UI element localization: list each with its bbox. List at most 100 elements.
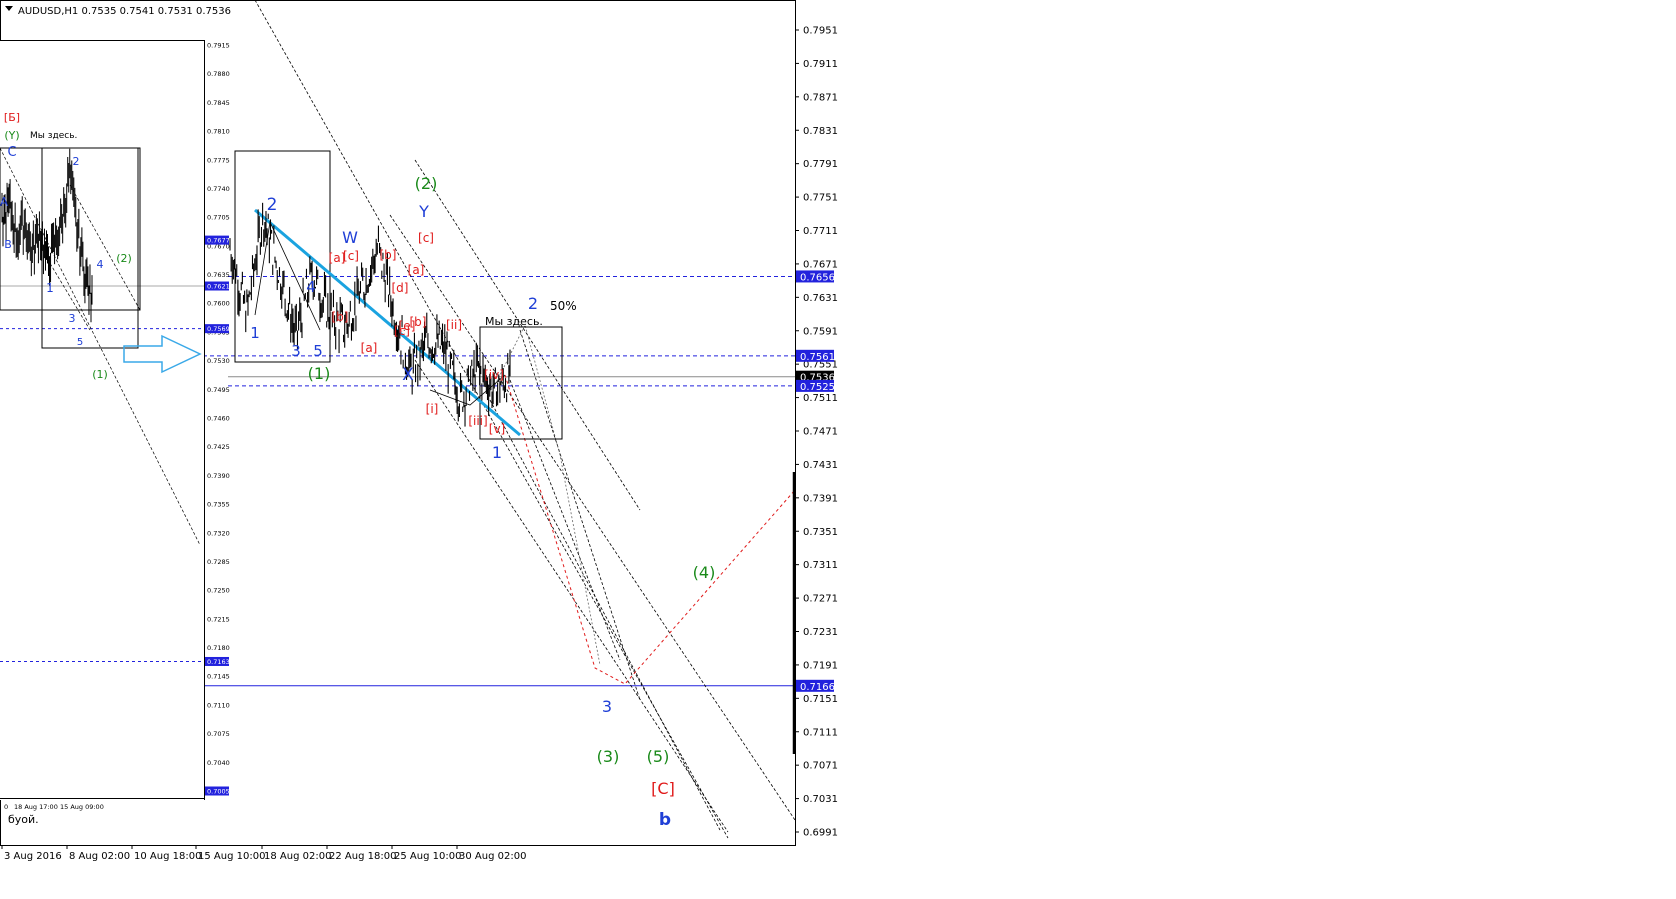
price-tick-label: 0.7711	[803, 226, 838, 237]
inset-price-tick-label: 0.7355	[207, 501, 230, 509]
price-tick-label: 0.7151	[803, 694, 838, 705]
price-tag-label: 0.7525	[800, 382, 835, 393]
wave-label: [ii]	[446, 318, 462, 332]
wave-label: Y	[418, 202, 429, 221]
inset-wave-label: (1)	[92, 368, 108, 381]
inset-wave-label: A	[0, 195, 9, 209]
price-tag-label: 0.7561	[800, 352, 835, 363]
wave-label: [iv]	[484, 368, 504, 382]
date-label: 22 Aug 18:00	[329, 851, 396, 862]
price-tick-label: 0.7351	[803, 527, 838, 538]
price-tick-label: 0.7191	[803, 660, 838, 671]
inset-chart: 0.7915 0.7880 0.7845 0.7810 0.7775 0.7740 0.77…	[0, 40, 230, 826]
inset-price-tick-label: 0.7775	[207, 156, 230, 164]
price-tick-label: 0.6991	[803, 828, 838, 839]
channel-line[interactable]	[254, 0, 729, 839]
inset-price-tick-label: 0.7810	[207, 128, 230, 136]
projection-path[interactable]	[504, 374, 796, 685]
price-tick-label: 0.7231	[803, 627, 838, 638]
wave-label: 5	[313, 342, 323, 360]
inset-price-tick-label: 0.7495	[207, 386, 230, 394]
wave-label: [iii]	[468, 414, 487, 428]
wave-label: b	[659, 810, 671, 830]
inset-price-tag-label: 0.7005	[207, 788, 230, 796]
wave-label: (5)	[647, 747, 670, 766]
inset-note-bottom: буой.	[8, 813, 39, 826]
date-label: 3 Aug 2016	[4, 851, 62, 862]
wave-label: (3)	[597, 747, 620, 766]
note-percent: 50%	[550, 299, 577, 313]
channel-line[interactable]	[389, 214, 796, 821]
date-label: 25 Aug 10:00	[394, 851, 461, 862]
price-tick-label: 0.7951	[803, 26, 838, 37]
date-label: 15 Aug 10:00	[198, 851, 265, 862]
symbol-header: AUDUSD,H1 0.7535 0.7541 0.7531 0.7536	[18, 6, 231, 17]
inset-price-tag-label: 0.7677	[207, 237, 230, 245]
inset-wave-label: (2)	[116, 252, 132, 265]
inset-wave-label: 1	[46, 281, 54, 295]
price-tick-label: 0.7511	[803, 393, 838, 404]
price-tick-label: 0.7631	[803, 293, 838, 304]
inset-background	[0, 40, 204, 800]
projection-path-alt[interactable]	[494, 323, 601, 666]
wave-label: [i]	[426, 402, 439, 416]
channel-line[interactable]	[414, 359, 729, 833]
inset-wave-label: C	[7, 145, 16, 160]
wave-label: [b]	[332, 310, 349, 324]
time-axis: 3 Aug 2016 8 Aug 02:00 10 Aug 18:0015 Aug …	[1, 845, 526, 862]
inset-price-tag-label: 0.7569	[207, 325, 230, 333]
inset-price-tag-label: 0.7621	[207, 283, 230, 291]
price-tick-label: 0.7751	[803, 193, 838, 204]
inset-wave-label: 4	[97, 258, 104, 271]
inset-price-tick-label: 0.7705	[207, 214, 230, 222]
price-axis: 0.7951 0.7911 0.7871 0.7831 0.7791 0.7751 0.77…	[792, 26, 838, 839]
inset-date-label: 15 Aug 09:00	[60, 803, 104, 811]
wave-label: [a]	[408, 263, 425, 277]
inset-price-tick-label: 0.7600	[207, 300, 230, 308]
price-tick-label: 0.7431	[803, 460, 838, 471]
note-here: Мы здесь.	[485, 315, 543, 328]
price-tag-label: 0.7656	[800, 272, 835, 283]
inset-price-tick-label: 0.7215	[207, 615, 230, 623]
wave-label: W	[342, 228, 358, 247]
inset-price-tick-label: 0.7845	[207, 99, 230, 107]
wave-label: (1)	[308, 364, 331, 383]
menu-triangle-icon[interactable]	[5, 6, 13, 11]
channel-line[interactable]	[509, 379, 621, 661]
inset-price-tick-label: 0.7180	[207, 644, 230, 652]
price-tick-label: 0.7911	[803, 59, 838, 70]
inset-wave-label: 5	[77, 337, 83, 348]
date-label: 8 Aug 02:00	[69, 851, 130, 862]
price-tick-label: 0.7591	[803, 326, 838, 337]
inset-price-tick-label: 0.7740	[207, 185, 230, 193]
date-label: 18 Aug 02:00	[264, 851, 331, 862]
price-tick-label: 0.7391	[803, 493, 838, 504]
inset-price-tick-label: 0.7145	[207, 673, 230, 681]
wave-label: [c]	[418, 231, 434, 245]
inset-price-tick-label: 0.7460	[207, 415, 230, 423]
wave-label: 1	[250, 324, 260, 342]
price-tag-label: 0.7166	[800, 682, 835, 693]
price-tick-label: 0.7791	[803, 159, 838, 170]
wave-label: 4	[306, 278, 316, 296]
wave-label: [c]	[343, 249, 359, 263]
wave-label: X	[402, 365, 414, 385]
inset-price-tick-label: 0.7285	[207, 558, 230, 566]
wave-label: 1	[492, 443, 502, 462]
inset-price-tick-label: 0.7075	[207, 730, 230, 738]
inset-price-tick-label: 0.7110	[207, 701, 230, 709]
price-tick-label: 0.7871	[803, 92, 838, 103]
wave-label: [v]	[489, 422, 505, 436]
price-tick-label: 0.7831	[803, 126, 838, 137]
wave-label: [b]	[410, 315, 427, 329]
inset-wave-label: [Б]	[4, 111, 20, 124]
inset-price-tick-label: 0.7250	[207, 587, 230, 595]
inset-price-tick-label: 0.7880	[207, 70, 230, 78]
price-tick-label: 0.7271	[803, 594, 838, 605]
wave-label: 2	[528, 294, 538, 313]
inset-price-tick-label: 0.7530	[207, 357, 230, 365]
inset-price-tick-label: 0.7915	[207, 42, 230, 50]
inset-wave-label: 3	[69, 312, 76, 325]
price-tick-label: 0.7471	[803, 427, 838, 438]
date-label: 10 Aug 18:00	[134, 851, 201, 862]
